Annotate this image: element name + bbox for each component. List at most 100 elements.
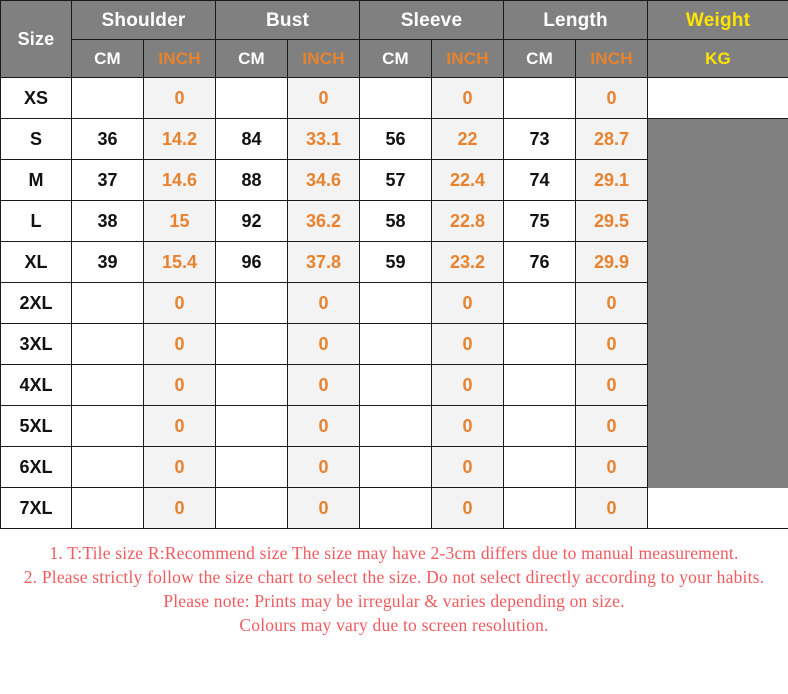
cell-length-cm [503, 282, 577, 324]
cell-size: XS [0, 77, 72, 119]
header-unit-bust-cm: CM [215, 39, 288, 78]
cell-length-inch: 0 [575, 77, 649, 119]
cell-bust-inch: 33.1 [287, 118, 360, 160]
cell-length-cm [503, 446, 577, 488]
header-unit-weight-kg: KG [647, 39, 788, 78]
cell-bust-cm [215, 77, 288, 119]
cell-sleeve-inch: 22 [430, 118, 505, 160]
cell-bust-cm [215, 405, 288, 447]
table-body: XS 0 0 0 0 S 36 14.2 84 33.1 56 22 73 28.7 M 37 14.6 88 34… [0, 77, 788, 529]
cell-length-inch: 0 [575, 282, 649, 324]
cell-shoulder-inch: 0 [143, 487, 216, 529]
cell-length-cm: 74 [503, 159, 577, 201]
cell-size: 6XL [0, 446, 72, 488]
cell-shoulder-cm: 38 [71, 200, 144, 242]
cell-bust-cm: 96 [215, 241, 288, 283]
header-group-bust: Bust [215, 0, 360, 40]
table-row: L 38 15 92 36.2 58 22.8 75 29.5 [0, 200, 788, 242]
header-group-sleeve: Sleeve [358, 0, 505, 40]
cell-sleeve-cm: 56 [359, 118, 432, 160]
cell-bust-cm: 88 [215, 159, 288, 201]
cell-weight-kg [647, 282, 788, 324]
table-row: 6XL 0 0 0 0 [0, 446, 788, 488]
cell-sleeve-inch: 0 [430, 446, 505, 488]
cell-bust-inch: 0 [287, 405, 360, 447]
header-unit-shoulder-inch: INCH [143, 39, 216, 78]
cell-sleeve-cm [359, 446, 432, 488]
cell-bust-cm [215, 446, 288, 488]
cell-length-cm: 73 [503, 118, 577, 160]
cell-bust-inch: 0 [287, 446, 360, 488]
cell-length-cm: 76 [503, 241, 577, 283]
cell-size: 3XL [0, 323, 72, 365]
cell-weight-kg [647, 241, 788, 283]
header-unit-length-inch: INCH [575, 39, 649, 78]
cell-shoulder-inch: 0 [143, 323, 216, 365]
cell-shoulder-inch: 14.6 [143, 159, 216, 201]
cell-weight-kg [647, 487, 788, 529]
cell-length-cm [503, 77, 577, 119]
cell-shoulder-inch: 15.4 [143, 241, 216, 283]
cell-length-cm [503, 323, 577, 365]
size-chart: Size Shoulder Bust Sleeve Length Weight … [0, 0, 788, 694]
cell-weight-kg [647, 159, 788, 201]
cell-bust-cm: 84 [215, 118, 288, 160]
table-row: 3XL 0 0 0 0 [0, 323, 788, 365]
cell-shoulder-cm: 37 [71, 159, 144, 201]
note-line: 2. Please strictly follow the size chart… [23, 567, 765, 587]
cell-sleeve-cm [359, 364, 432, 406]
cell-shoulder-cm [71, 405, 144, 447]
cell-shoulder-cm: 39 [71, 241, 144, 283]
size-chart-table: Size Shoulder Bust Sleeve Length Weight … [0, 0, 788, 529]
cell-shoulder-cm [71, 323, 144, 365]
cell-shoulder-cm: 36 [71, 118, 144, 160]
cell-sleeve-cm [359, 405, 432, 447]
cell-bust-inch: 34.6 [287, 159, 360, 201]
cell-bust-inch: 0 [287, 323, 360, 365]
note-line: Please note: Prints may be irregular & v… [163, 591, 625, 611]
cell-sleeve-cm: 58 [359, 200, 432, 242]
header-size: Size [0, 0, 72, 78]
cell-weight-kg [647, 446, 788, 488]
cell-weight-kg [647, 200, 788, 242]
cell-length-inch: 0 [575, 446, 649, 488]
cell-bust-inch: 0 [287, 77, 360, 119]
cell-sleeve-inch: 0 [430, 282, 505, 324]
cell-shoulder-inch: 0 [143, 405, 216, 447]
cell-shoulder-cm [71, 364, 144, 406]
cell-bust-inch: 0 [287, 487, 360, 529]
table-row: 4XL 0 0 0 0 [0, 364, 788, 406]
cell-length-cm [503, 405, 577, 447]
cell-size: L [0, 200, 72, 242]
cell-weight-kg [647, 323, 788, 365]
cell-bust-cm [215, 364, 288, 406]
cell-size: M [0, 159, 72, 201]
cell-length-inch: 29.1 [575, 159, 649, 201]
cell-size: 5XL [0, 405, 72, 447]
header-unit-bust-inch: INCH [287, 39, 360, 78]
table-row: 2XL 0 0 0 0 [0, 282, 788, 324]
cell-sleeve-inch: 22.4 [430, 159, 505, 201]
cell-sleeve-cm [359, 77, 432, 119]
cell-size: S [0, 118, 72, 160]
cell-bust-cm [215, 282, 288, 324]
table-row: S 36 14.2 84 33.1 56 22 73 28.7 [0, 118, 788, 160]
cell-bust-cm [215, 323, 288, 365]
cell-sleeve-cm: 59 [359, 241, 432, 283]
cell-shoulder-inch: 0 [143, 282, 216, 324]
cell-length-inch: 29.5 [575, 200, 649, 242]
header-unit-length-cm: CM [503, 39, 577, 78]
cell-weight-kg [647, 405, 788, 447]
cell-length-cm: 75 [503, 200, 577, 242]
table-row: XL 39 15.4 96 37.8 59 23.2 76 29.9 [0, 241, 788, 283]
cell-shoulder-cm [71, 282, 144, 324]
cell-bust-inch: 0 [287, 364, 360, 406]
header-row-groups: Size Shoulder Bust Sleeve Length Weight [0, 0, 788, 78]
cell-sleeve-inch: 0 [430, 77, 505, 119]
cell-sleeve-cm [359, 282, 432, 324]
cell-bust-inch: 37.8 [287, 241, 360, 283]
header-group-weight: Weight [647, 0, 788, 40]
cell-sleeve-inch: 22.8 [430, 200, 505, 242]
cell-sleeve-cm [359, 323, 432, 365]
table-header: Size Shoulder Bust Sleeve Length Weight … [0, 0, 788, 78]
